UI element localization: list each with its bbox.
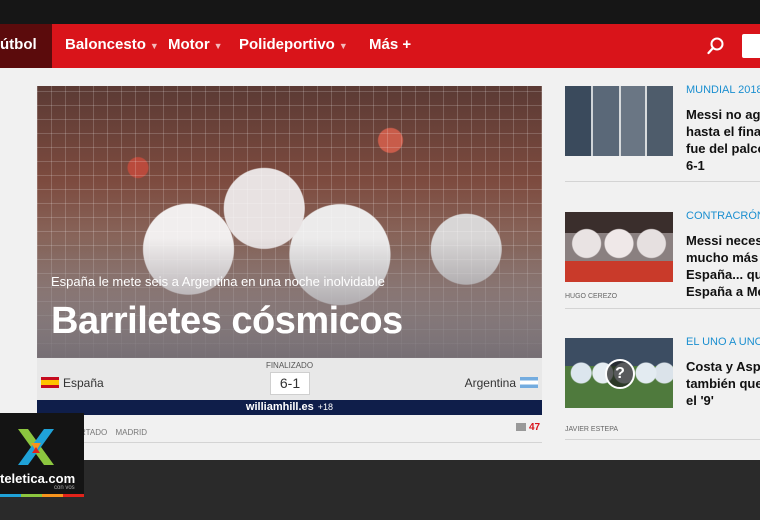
teletica-logo: teletica.com con vos [0,413,84,497]
comment-icon [516,423,526,431]
question-icon: ? [605,359,635,389]
card-title[interactable]: Messi no agu hasta el final fue del palc… [686,106,760,174]
logo-tagline: con vos [54,485,75,491]
nav-item-label: Motor [168,36,210,53]
card-title[interactable]: Messi neces mucho más q España... que Es… [686,232,760,300]
search-icon[interactable] [707,37,725,55]
teletica-x-logo-icon [18,429,54,465]
card-kicker[interactable]: CONTRACRÓNIC [686,210,760,222]
card-title[interactable]: Costa y Aspa también quec el '9' [686,358,760,409]
divider [565,439,760,440]
away-team-name: Argentina [464,376,516,390]
divider [565,308,760,309]
sponsor-name: williamhill.es [245,401,314,413]
age-limit: +18 [317,402,334,412]
card-image-team-photo[interactable]: ? [565,338,673,408]
sponsor-banner[interactable]: williamhill.es +18 [37,400,542,415]
logo-text: teletica.com [0,471,76,486]
comments-count[interactable]: 47 [516,422,540,433]
card-kicker[interactable]: MUNDIAL 2018 [686,84,760,96]
card-image-messi-espana[interactable] [565,212,673,282]
match-scoreboard[interactable]: FINALIZADO España 6-1 Argentina [37,358,542,400]
hero-subtitle[interactable]: España le mete seis a Argentina en una n… [51,274,385,289]
hero-title[interactable]: Barriletes cósmicos [51,300,403,343]
nav-item-label: Polideportivo [239,36,335,53]
nav-item-label: Baloncesto [65,36,146,53]
chevron-down-icon: ▼ [213,41,223,51]
nav-item-motor[interactable]: Motor ▼ [168,36,223,53]
chevron-down-icon: ▼ [149,41,159,51]
away-team: Argentina [465,376,538,390]
nav-item-mas[interactable]: Más + [369,36,411,53]
byline-author: RTADO [80,428,108,437]
match-status: FINALIZADO [265,361,314,370]
browser-viewport: útbol Baloncesto ▼ Motor ▼ Polideportivo ▼ … [0,24,760,460]
match-score: 6-1 [270,372,310,395]
nav-item-polideportivo[interactable]: Polideportivo ▼ [239,36,348,53]
nav-item-label: Más + [369,36,412,53]
main-nav: útbol Baloncesto ▼ Motor ▼ Polideportivo ▼ … [0,24,760,68]
byline-city: MADRID [115,428,148,437]
card-author: JAVIER ESTEPA [565,426,619,433]
nav-item-baloncesto[interactable]: Baloncesto ▼ [65,36,159,53]
chevron-down-icon: ▼ [338,41,348,51]
nav-item-futbol[interactable]: útbol [0,24,52,68]
divider [565,181,760,182]
home-team: España [41,376,104,390]
card-image-messi-palco[interactable] [565,86,673,156]
spain-flag-icon [41,377,59,388]
top-black-bar [0,0,760,24]
hero-article-image[interactable]: España le mete seis a Argentina en una n… [37,86,542,358]
logo-color-bar [0,494,84,497]
home-team-name: España [63,376,104,390]
comments-number: 47 [529,422,541,433]
login-button[interactable] [742,34,760,58]
nav-item-label: útbol [0,36,37,53]
card-kicker[interactable]: EL UNO A UNO [686,336,760,348]
hero-byline: RTADO MADRID [80,428,147,437]
card-author: HUGO CEREZO [565,293,618,300]
divider [37,442,542,443]
argentina-flag-icon [520,377,538,388]
